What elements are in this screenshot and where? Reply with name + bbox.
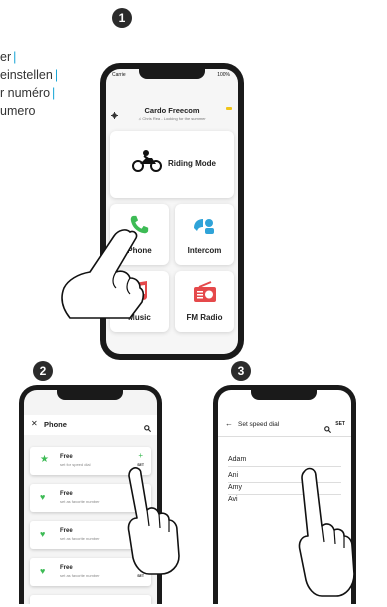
radio-icon	[193, 281, 217, 308]
star-icon: ★	[40, 454, 49, 465]
item-title: Free	[60, 491, 73, 497]
set-button[interactable]: SET	[335, 421, 345, 427]
item-subtitle: set as favorite number	[60, 499, 100, 504]
motorcycle-icon	[132, 148, 162, 177]
fm-radio-tile[interactable]: FM Radio	[175, 271, 234, 332]
add-icon[interactable]: +	[138, 451, 143, 460]
music-note-icon: ♫	[138, 116, 142, 121]
phone-2-title: Phone	[44, 420, 67, 429]
step-1-badge: 1	[112, 8, 132, 28]
item-title: Free	[60, 454, 73, 460]
step-2-badge: 2	[33, 361, 53, 381]
riding-mode-tile[interactable]: Riding Mode	[110, 131, 234, 198]
phone-2-header: ✕ Phone	[24, 415, 157, 435]
riding-mode-label: Riding Mode	[168, 159, 216, 168]
search-icon[interactable]	[144, 419, 152, 437]
now-playing: ♫ Chris Rea - Looking for the summer	[106, 116, 238, 121]
side-line-1: er	[0, 50, 12, 64]
divider	[218, 436, 351, 437]
carrier-text: Carrie	[112, 72, 126, 78]
phone-3-title: Set speed dial	[238, 421, 280, 428]
side-instructions: er | einstellen | r numéro | umero	[0, 50, 59, 118]
list-item[interactable]	[30, 595, 151, 604]
item-subtitle: set as favorite number	[60, 536, 100, 541]
pointing-hand-3	[296, 466, 358, 607]
item-title: Free	[60, 565, 73, 571]
app-title: Cardo Freecom	[144, 106, 200, 115]
back-arrow-icon[interactable]: ←	[225, 419, 233, 428]
item-title: Free	[60, 528, 73, 534]
heart-icon: ♥	[40, 492, 46, 502]
side-line-3: r numéro	[0, 86, 51, 100]
item-subtitle: set as favorite number	[60, 573, 100, 578]
notch-2	[57, 390, 123, 400]
heart-icon: ♥	[40, 566, 46, 576]
item-subtitle: set for speed dial	[60, 462, 91, 467]
battery-text: 100%	[217, 72, 230, 78]
notch-3	[251, 390, 317, 400]
heart-icon: ♥	[40, 529, 46, 539]
pointing-hand-2	[125, 466, 183, 581]
side-line-4: umero	[0, 104, 36, 118]
intercom-label: Intercom	[187, 246, 222, 255]
fm-radio-label: FM Radio	[186, 313, 223, 322]
side-line-2: einstellen	[0, 68, 53, 82]
intercom-tile[interactable]: Intercom	[175, 204, 234, 265]
notch	[139, 69, 205, 79]
intercom-icon	[192, 216, 216, 241]
now-playing-text: Chris Rea - Looking for the summer	[142, 116, 206, 121]
pointing-hand-1	[56, 226, 146, 327]
battery-indicator	[226, 107, 232, 110]
phone-3-header: ← Set speed dial SET	[218, 418, 351, 434]
step-3-badge: 3	[231, 361, 251, 381]
close-icon[interactable]: ✕	[31, 419, 38, 428]
